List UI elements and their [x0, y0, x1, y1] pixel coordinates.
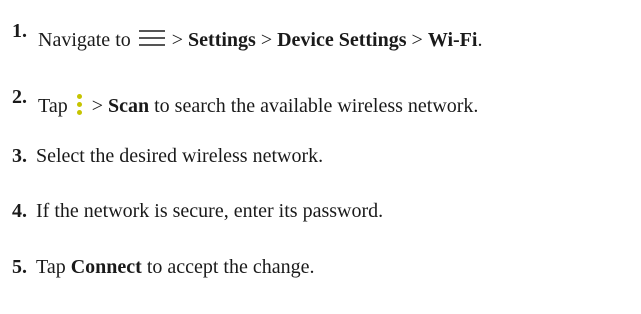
separator: >	[91, 95, 108, 117]
step-text-end: .	[477, 29, 483, 51]
step-4: 4. If the network is secure, enter its pa…	[12, 199, 383, 223]
menu-icon	[138, 28, 165, 48]
settings-label: Settings	[188, 29, 256, 51]
connect-label: Connect	[70, 256, 142, 278]
step-number: 3.	[12, 145, 27, 167]
step-1: 1. Navigate to > Settings > Device Settin…	[12, 20, 483, 52]
step-3: 3. Select the desired wireless network.	[12, 144, 323, 168]
scan-label: Scan	[107, 95, 150, 117]
step-text: Select the desired wireless network.	[36, 145, 324, 167]
separator: >	[255, 29, 278, 51]
step-number: 1.	[12, 20, 27, 42]
step-text-end: to accept the change.	[141, 256, 315, 278]
step-text: Navigate to	[38, 29, 131, 51]
device-settings-label: Device Settings	[277, 29, 407, 51]
step-text: Tap	[38, 95, 68, 117]
wifi-label: Wi-Fi	[427, 29, 478, 51]
step-text: If the network is secure, enter its pass…	[36, 200, 384, 222]
step-text: Tap	[36, 256, 71, 278]
step-text-end: to search the available wireless network…	[149, 95, 479, 117]
overflow-menu-icon	[74, 93, 86, 117]
step-5: 5. Tap Connect to accept the change.	[12, 255, 315, 279]
step-2: 2. Tap > Scan to search the available wire…	[12, 86, 479, 118]
step-number: 4.	[12, 200, 27, 222]
step-number: 5.	[12, 256, 27, 278]
separator: >	[406, 29, 428, 51]
separator: >	[166, 29, 189, 51]
step-number: 2.	[12, 86, 27, 108]
